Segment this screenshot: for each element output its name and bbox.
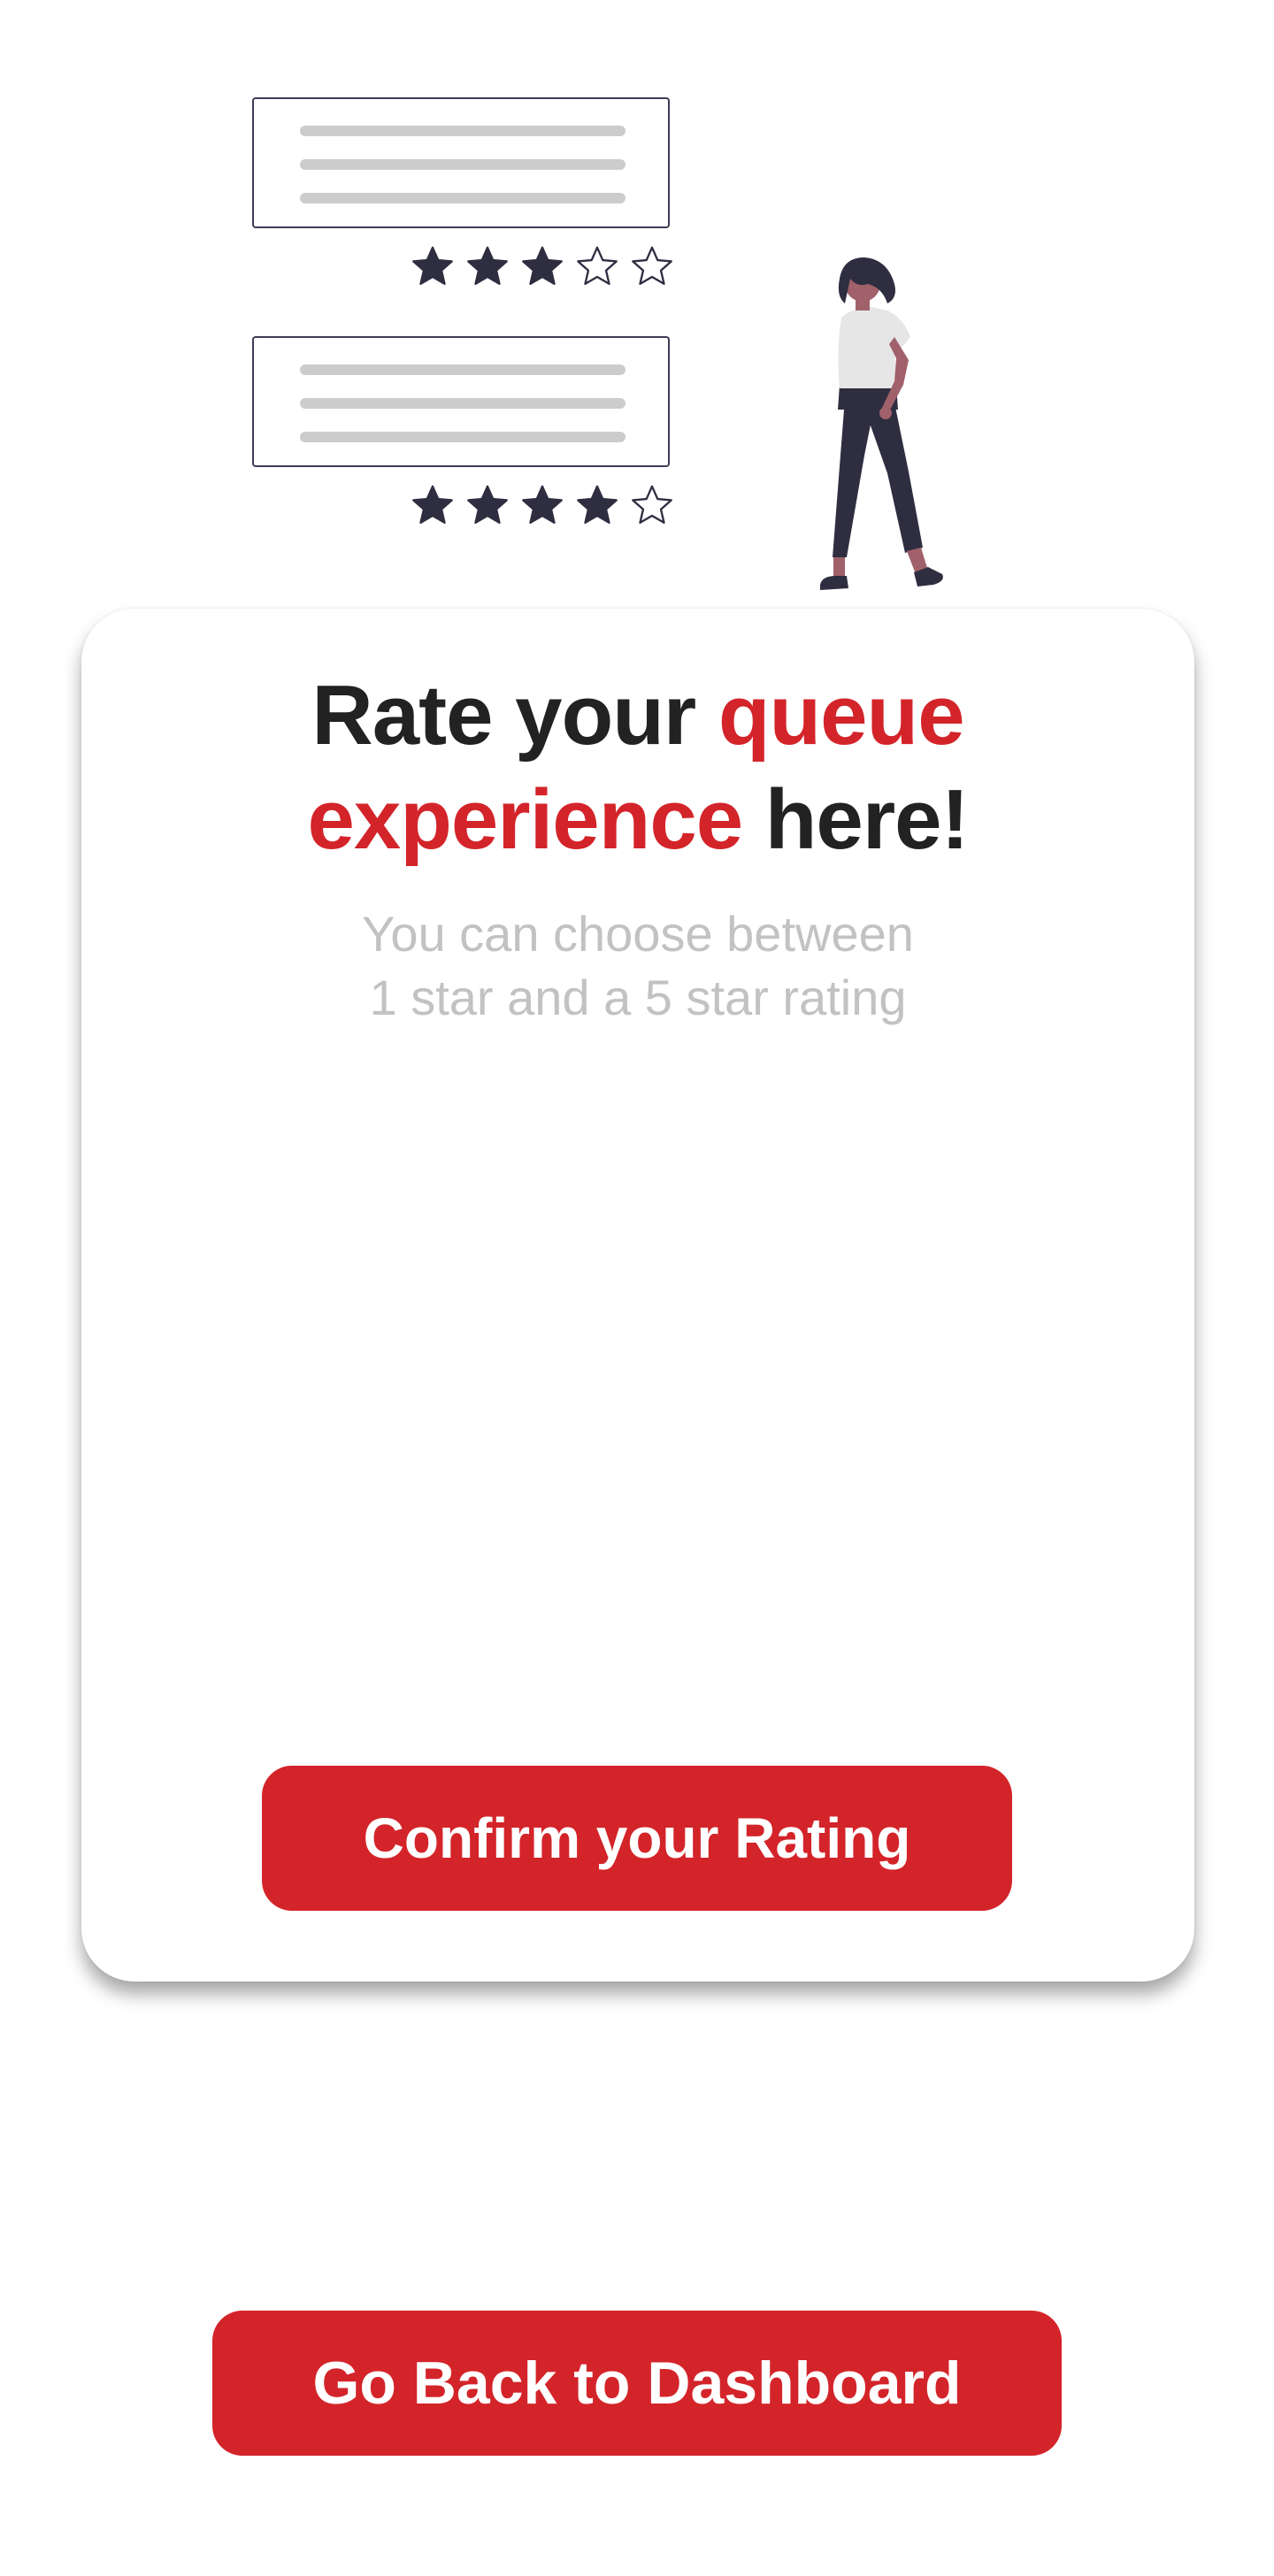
star-outline-icon	[632, 485, 672, 525]
card-subtitle: You can choose between 1 star and a 5 st…	[81, 902, 1194, 1030]
rating-card: Rate your queue experience here! You can…	[81, 609, 1194, 1982]
text-line	[300, 364, 625, 375]
text-line	[300, 432, 625, 442]
text-line	[300, 193, 625, 203]
title-accent-queue: queue	[718, 668, 965, 763]
title-text-end: here!	[742, 772, 970, 867]
text-line	[300, 126, 625, 136]
star-filled-icon	[577, 485, 618, 525]
reviews-illustration	[252, 97, 960, 610]
review-card-2	[252, 336, 670, 467]
star-filled-icon	[467, 246, 508, 286]
star-filled-icon	[522, 485, 563, 525]
review-card-1	[252, 97, 670, 228]
subtitle-line-1: You can choose between	[362, 906, 914, 962]
review-1-stars	[408, 242, 677, 292]
subtitle-line-2: 1 star and a 5 star rating	[369, 970, 907, 1025]
title-text: Rate your	[311, 668, 718, 763]
title-accent-experience: experience	[307, 772, 743, 867]
star-filled-icon	[467, 485, 508, 525]
star-outline-icon	[632, 246, 672, 286]
confirm-rating-button[interactable]: Confirm your Rating	[262, 1766, 1012, 1911]
star-outline-icon	[577, 246, 618, 286]
back-to-dashboard-button[interactable]: Go Back to Dashboard	[212, 2311, 1062, 2456]
text-line	[300, 159, 625, 170]
person-illustration	[820, 257, 943, 590]
star-rating-area[interactable]	[188, 1024, 1088, 1644]
text-line	[300, 398, 625, 409]
star-filled-icon	[522, 246, 563, 286]
star-filled-icon	[412, 246, 453, 286]
card-title: Rate your queue experience here!	[81, 663, 1194, 872]
review-2-stars	[408, 481, 677, 531]
star-filled-icon	[412, 485, 453, 525]
